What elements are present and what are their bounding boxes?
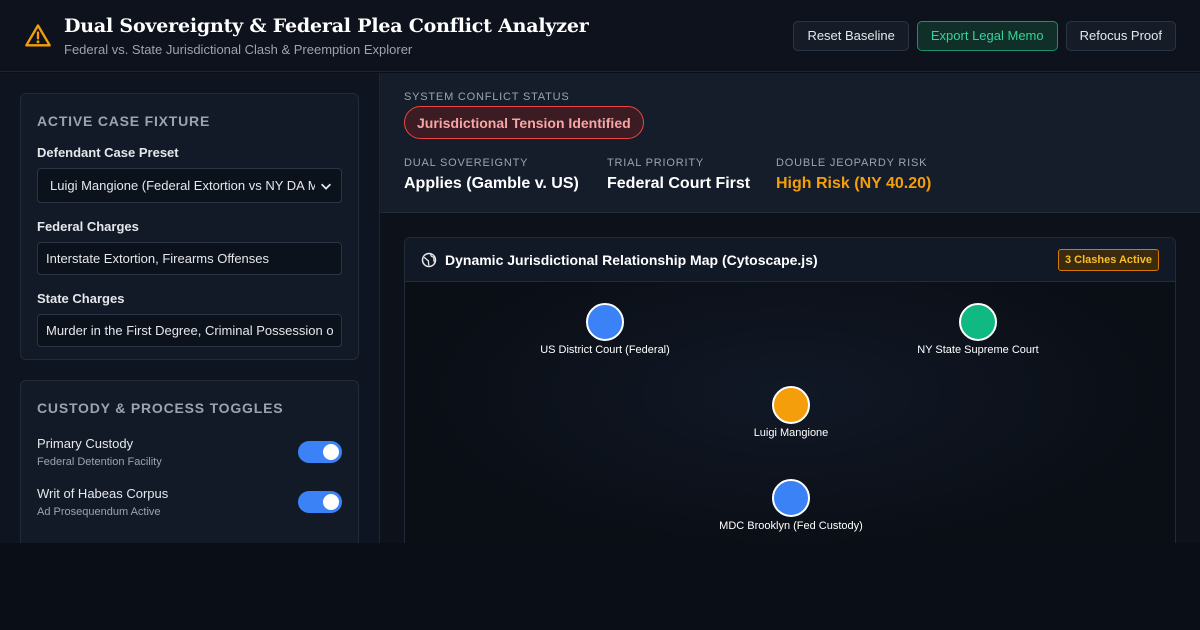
toggle-knob bbox=[323, 444, 339, 460]
preset-label: Defendant Case Preset bbox=[37, 145, 179, 160]
trial-priority-label: Trial Priority bbox=[607, 157, 704, 169]
case-preset-value: Luigi Mangione (Federal Extortion vs NY … bbox=[50, 178, 315, 193]
federal-charges-label: Federal Charges bbox=[37, 219, 139, 234]
graph-node-ny-state-supreme-court[interactable] bbox=[959, 303, 997, 341]
primary-custody-label: Primary Custody bbox=[37, 436, 134, 451]
graph-node-label: US District Court (Federal) bbox=[540, 344, 670, 356]
relationship-map-canvas[interactable]: US District Court (Federal) NY State Sup… bbox=[405, 282, 1175, 543]
clashes-active-badge: 3 Clashes Active bbox=[1057, 248, 1159, 271]
primary-custody-sub: Federal Detention Facility bbox=[37, 456, 162, 468]
app-title: Dual Sovereignty & Federal Plea Conflict… bbox=[64, 14, 589, 37]
state-charges-label: State Charges bbox=[37, 291, 125, 306]
toggle-knob bbox=[323, 494, 339, 510]
habeas-corpus-toggle[interactable] bbox=[298, 491, 342, 513]
export-legal-memo-button[interactable]: Export Legal Memo bbox=[916, 20, 1058, 51]
chevron-down-icon bbox=[321, 183, 331, 190]
primary-custody-toggle[interactable] bbox=[298, 441, 342, 463]
federal-charges-input[interactable] bbox=[37, 242, 342, 275]
sidebar: Active Case Fixture Defendant Case Prese… bbox=[0, 73, 380, 543]
habeas-corpus-label: Writ of Habeas Corpus bbox=[37, 486, 169, 501]
relationship-map-header: Dynamic Jurisdictional Relationship Map … bbox=[405, 238, 1175, 282]
case-fixture-title: Active Case Fixture bbox=[37, 113, 211, 129]
custody-toggles-panel: Custody & Process Toggles Primary Custod… bbox=[20, 380, 359, 543]
primary-custody-row: Primary Custody Federal Detention Facili… bbox=[37, 436, 342, 468]
custody-toggles-title: Custody & Process Toggles bbox=[37, 400, 284, 416]
case-fixture-panel: Active Case Fixture Defendant Case Prese… bbox=[20, 93, 359, 360]
dual-sovereignty-label: Dual Sovereignty bbox=[404, 157, 529, 169]
conflict-status-label: System Conflict Status bbox=[404, 91, 570, 103]
main-panel: System Conflict Status Jurisdictional Te… bbox=[380, 73, 1200, 543]
habeas-corpus-sub: Ad Prosequendum Active bbox=[37, 506, 161, 518]
graph-node-label: NY State Supreme Court bbox=[917, 344, 1039, 356]
dual-sovereignty-value: Applies (Gamble v. US) bbox=[404, 175, 579, 192]
graph-node-us-district-court[interactable] bbox=[586, 303, 624, 341]
habeas-corpus-row: Writ of Habeas Corpus Ad Prosequendum Ac… bbox=[37, 486, 342, 518]
graph-node-label: Luigi Mangione bbox=[753, 427, 829, 439]
double-jeopardy-value: High Risk (NY 40.20) bbox=[776, 175, 932, 192]
relationship-map-title: Dynamic Jurisdictional Relationship Map … bbox=[445, 251, 818, 268]
reset-baseline-button[interactable]: Reset Baseline bbox=[793, 20, 909, 51]
app-subtitle: Federal vs. State Jurisdictional Clash &… bbox=[64, 41, 413, 57]
graph-node-label: MDC Brooklyn (Fed Custody) bbox=[719, 520, 863, 532]
globe-icon bbox=[421, 252, 437, 267]
refocus-proof-button[interactable]: Refocus Proof bbox=[1065, 20, 1176, 51]
conflict-status-badge: Jurisdictional Tension Identified bbox=[404, 106, 644, 139]
state-charges-input[interactable] bbox=[37, 314, 342, 347]
header-bar: Dual Sovereignty & Federal Plea Conflict… bbox=[0, 0, 1200, 72]
app-window: Dual Sovereignty & Federal Plea Conflict… bbox=[0, 0, 1200, 630]
trial-priority-value: Federal Court First bbox=[607, 175, 751, 192]
conflict-status-panel: System Conflict Status Jurisdictional Te… bbox=[380, 73, 1200, 213]
warning-triangle-icon bbox=[25, 23, 51, 46]
double-jeopardy-label: Double Jeopardy Risk bbox=[776, 157, 928, 169]
graph-node-defendant[interactable] bbox=[772, 386, 810, 424]
relationship-map-card: Dynamic Jurisdictional Relationship Map … bbox=[404, 237, 1176, 543]
header-actions: Reset Baseline Export Legal Memo Refocus… bbox=[793, 20, 1176, 51]
graph-node-mdc-brooklyn[interactable] bbox=[772, 479, 810, 517]
header-titles: Dual Sovereignty & Federal Plea Conflict… bbox=[64, 15, 793, 57]
case-preset-select[interactable]: Luigi Mangione (Federal Extortion vs NY … bbox=[37, 168, 342, 203]
